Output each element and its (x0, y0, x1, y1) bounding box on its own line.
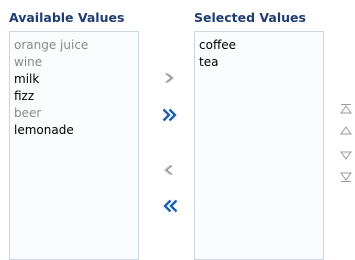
available-option[interactable]: wine (10, 54, 138, 71)
remove-all-button[interactable] (162, 199, 178, 213)
move-down-icon (340, 151, 352, 160)
move-to-top-button[interactable] (340, 103, 352, 115)
available-option[interactable]: orange juice (10, 37, 138, 54)
move-icon (165, 72, 175, 84)
move-up-button[interactable] (340, 124, 352, 136)
move-bottom-icon (340, 172, 352, 182)
available-values-header: Available Values (9, 10, 125, 25)
available-values-list[interactable]: orange juice wine milk fizz beer lemonad… (9, 31, 139, 260)
remove-icon (163, 164, 173, 176)
available-option[interactable]: milk (10, 71, 138, 88)
move-all-icon (162, 108, 177, 122)
selected-option[interactable]: coffee (195, 37, 323, 54)
available-option[interactable]: beer (10, 105, 138, 122)
selected-option[interactable]: tea (195, 54, 323, 71)
move-down-button[interactable] (340, 150, 352, 162)
selected-values-list[interactable]: coffee tea (194, 31, 324, 260)
selected-values-header: Selected Values (194, 10, 306, 25)
move-top-icon (340, 104, 352, 114)
move-button[interactable] (163, 72, 175, 84)
available-option[interactable]: lemonade (10, 122, 138, 139)
remove-button[interactable] (163, 164, 175, 176)
move-all-button[interactable] (162, 108, 178, 122)
move-to-bottom-button[interactable] (340, 171, 352, 183)
remove-all-icon (163, 199, 178, 213)
move-up-icon (340, 126, 352, 135)
available-option[interactable]: fizz (10, 88, 138, 105)
